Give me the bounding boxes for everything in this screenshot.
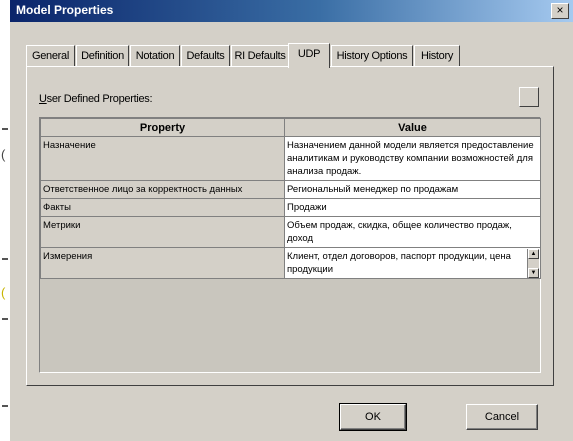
tab-defaults[interactable]: Defaults: [181, 45, 230, 66]
tab-history[interactable]: History: [414, 45, 460, 66]
value-cell[interactable]: Клиент, отдел договоров, паспорт продукц…: [284, 247, 541, 279]
tab-general[interactable]: General: [26, 45, 75, 66]
value-cell[interactable]: Объем продаж, скидка, общее количество п…: [284, 216, 541, 248]
edge-bracket-icon: (: [1, 147, 6, 162]
udp-grid: Property Value Назначение Назначением да…: [39, 117, 541, 373]
value-cell[interactable]: Региональный менеджер по продажам: [284, 180, 541, 199]
edge-mark: [2, 318, 8, 320]
tab-udp[interactable]: UDP: [288, 43, 330, 68]
property-cell[interactable]: Факты: [40, 198, 285, 217]
label-accelerator: U: [39, 93, 47, 105]
property-cell[interactable]: Метрики: [40, 216, 285, 248]
cancel-button[interactable]: Cancel: [466, 404, 538, 430]
tab-definition[interactable]: Definition: [76, 45, 129, 66]
title-bar[interactable]: Model Properties ×: [10, 0, 573, 22]
property-cell[interactable]: Назначение: [40, 136, 285, 181]
scroll-up-icon[interactable]: ▲: [528, 249, 539, 259]
window-title: Model Properties: [16, 3, 114, 17]
value-cell[interactable]: Назначением данной модели является предо…: [284, 136, 541, 181]
column-header-value[interactable]: Value: [284, 118, 541, 137]
table-row[interactable]: Ответственное лицо за корректность данны…: [40, 180, 541, 199]
user-defined-properties-label: User Defined Properties:: [39, 93, 153, 105]
value-cell[interactable]: Продажи: [284, 198, 541, 217]
background-page-edge: ( (: [0, 0, 10, 441]
tab-history-options[interactable]: History Options: [331, 45, 413, 66]
scroll-down-icon[interactable]: ▼: [528, 268, 539, 278]
tab-ri-defaults[interactable]: RI Defaults: [231, 45, 289, 66]
close-icon: ×: [556, 3, 564, 17]
udp-tab-panel: User Defined Properties: Property Value …: [26, 66, 554, 386]
udp-options-button[interactable]: [519, 87, 539, 107]
edge-mark: [2, 258, 8, 260]
label-text: ser Defined Properties:: [46, 93, 153, 105]
table-row[interactable]: Метрики Объем продаж, скидка, общее коли…: [40, 216, 541, 248]
udp-table: Property Value Назначение Назначением да…: [40, 118, 541, 279]
edge-mark: [2, 405, 8, 407]
value-text: Клиент, отдел договоров, паспорт продукц…: [287, 251, 511, 275]
ok-button[interactable]: OK: [339, 403, 407, 431]
close-button[interactable]: ×: [551, 3, 569, 19]
table-header-row: Property Value: [40, 118, 541, 137]
edge-mark: [2, 128, 8, 130]
property-cell[interactable]: Ответственное лицо за корректность данны…: [40, 180, 285, 199]
table-row[interactable]: Факты Продажи: [40, 198, 541, 217]
column-header-property[interactable]: Property: [40, 118, 285, 137]
table-row[interactable]: Назначение Назначением данной модели явл…: [40, 136, 541, 181]
cell-scrollbar[interactable]: ▲ ▼: [527, 249, 539, 278]
tab-notation[interactable]: Notation: [130, 45, 180, 66]
model-properties-dialog: Model Properties × General Definition No…: [10, 0, 573, 441]
property-cell[interactable]: Измерения: [40, 247, 285, 279]
table-row[interactable]: Измерения Клиент, отдел договоров, паспо…: [40, 247, 541, 279]
edge-bracket-icon: (: [1, 285, 6, 300]
